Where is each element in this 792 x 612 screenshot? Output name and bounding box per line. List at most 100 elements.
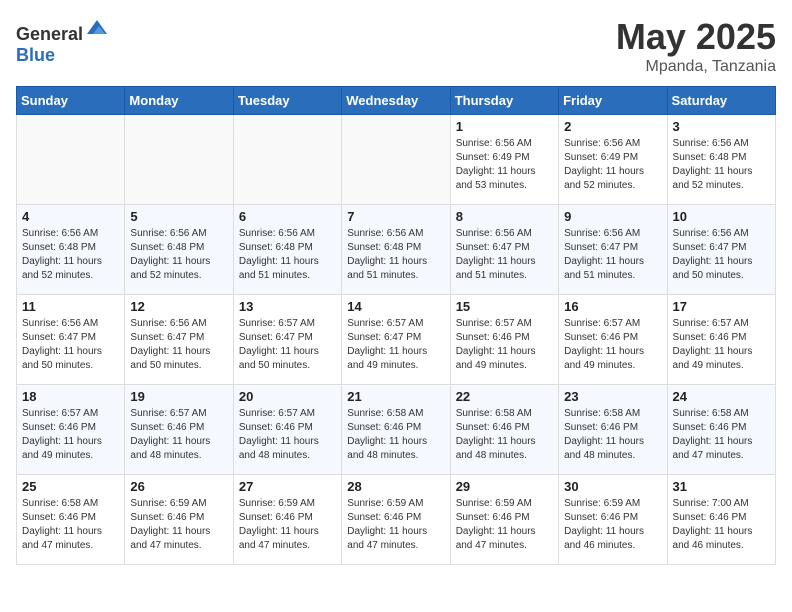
day-cell: 23 Sunrise: 6:58 AMSunset: 6:46 PMDayligh…	[559, 385, 667, 475]
day-info: Sunrise: 6:58 AMSunset: 6:46 PMDaylight:…	[456, 407, 553, 463]
day-info: Sunrise: 6:56 AMSunset: 6:47 PMDaylight:…	[564, 227, 661, 283]
day-cell: 29Sunrise: 6:59 AMSunset: 6:46 PMDayligh…	[450, 475, 558, 565]
day-cell	[125, 115, 233, 205]
header-sunday: Sunday	[17, 87, 125, 115]
day-cell: 24 Sunrise: 6:58 AMSunset: 6:46 PMDayligh…	[667, 385, 775, 475]
calendar-table: Sunday Monday Tuesday Wednesday Thursday…	[16, 86, 776, 565]
day-info: Sunrise: 6:59 AMSunset: 6:46 PMDaylight:…	[347, 497, 444, 553]
day-number: 20	[239, 389, 336, 404]
day-cell: 21 Sunrise: 6:58 AMSunset: 6:46 PMDayligh…	[342, 385, 450, 475]
day-info: Sunrise: 6:57 AMSunset: 6:46 PMDaylight:…	[564, 317, 661, 373]
day-cell: 10 Sunrise: 6:56 AMSunset: 6:47 PMDayligh…	[667, 205, 775, 295]
header-friday: Friday	[559, 87, 667, 115]
day-info: Sunrise: 6:57 AMSunset: 6:46 PMDaylight:…	[673, 317, 770, 373]
day-cell: 13 Sunrise: 6:57 AMSunset: 6:47 PMDayligh…	[233, 295, 341, 385]
day-number: 11	[22, 299, 119, 314]
logo-blue: Blue	[16, 45, 55, 65]
day-cell: 9 Sunrise: 6:56 AMSunset: 6:47 PMDaylight…	[559, 205, 667, 295]
header-wednesday: Wednesday	[342, 87, 450, 115]
day-cell: 3Sunrise: 6:56 AMSunset: 6:48 PMDaylight…	[667, 115, 775, 205]
day-info: Sunrise: 6:58 AMSunset: 6:46 PMDaylight:…	[673, 407, 770, 463]
day-number: 5	[130, 209, 227, 224]
day-info: Sunrise: 6:56 AMSunset: 6:48 PMDaylight:…	[239, 227, 336, 283]
day-headers-row: Sunday Monday Tuesday Wednesday Thursday…	[17, 87, 776, 115]
week-row-4: 18Sunrise: 6:57 AMSunset: 6:46 PMDayligh…	[17, 385, 776, 475]
day-cell: 12Sunrise: 6:56 AMSunset: 6:47 PMDayligh…	[125, 295, 233, 385]
day-info: Sunrise: 6:57 AMSunset: 6:47 PMDaylight:…	[347, 317, 444, 373]
week-row-2: 4 Sunrise: 6:56 AMSunset: 6:48 PMDaylight…	[17, 205, 776, 295]
day-info: Sunrise: 6:56 AMSunset: 6:47 PMDaylight:…	[22, 317, 119, 373]
day-number: 23	[564, 389, 661, 404]
day-cell: 6 Sunrise: 6:56 AMSunset: 6:48 PMDaylight…	[233, 205, 341, 295]
day-number: 21	[347, 389, 444, 404]
day-cell: 11 Sunrise: 6:56 AMSunset: 6:47 PMDayligh…	[17, 295, 125, 385]
day-cell: 19 Sunrise: 6:57 AMSunset: 6:46 PMDayligh…	[125, 385, 233, 475]
day-number: 2	[564, 119, 661, 134]
day-cell: 14 Sunrise: 6:57 AMSunset: 6:47 PMDayligh…	[342, 295, 450, 385]
day-cell: 4Sunrise: 6:56 AMSunset: 6:48 PMDaylight…	[17, 205, 125, 295]
day-info: Sunrise: 6:58 AMSunset: 6:46 PMDaylight:…	[564, 407, 661, 463]
day-info: Sunrise: 6:56 AMSunset: 6:49 PMDaylight:…	[564, 137, 661, 193]
day-number: 29	[456, 479, 553, 494]
day-number: 25	[22, 479, 119, 494]
day-number: 9	[564, 209, 661, 224]
day-cell: 22 Sunrise: 6:58 AMSunset: 6:46 PMDayligh…	[450, 385, 558, 475]
header-saturday: Saturday	[667, 87, 775, 115]
day-info: Sunrise: 6:56 AMSunset: 6:49 PMDaylight:…	[456, 137, 553, 193]
day-info: Sunrise: 6:59 AMSunset: 6:46 PMDaylight:…	[564, 497, 661, 553]
day-number: 10	[673, 209, 770, 224]
day-info: Sunrise: 6:56 AMSunset: 6:48 PMDaylight:…	[130, 227, 227, 283]
day-info: Sunrise: 7:00 AMSunset: 6:46 PMDaylight:…	[673, 497, 770, 553]
week-row-1: 1 Sunrise: 6:56 AMSunset: 6:49 PMDaylight…	[17, 115, 776, 205]
day-cell: 20 Sunrise: 6:57 AMSunset: 6:46 PMDayligh…	[233, 385, 341, 475]
day-number: 14	[347, 299, 444, 314]
day-number: 26	[130, 479, 227, 494]
day-info: Sunrise: 6:56 AMSunset: 6:47 PMDaylight:…	[673, 227, 770, 283]
day-number: 6	[239, 209, 336, 224]
header-thursday: Thursday	[450, 87, 558, 115]
day-number: 28	[347, 479, 444, 494]
day-number: 1	[456, 119, 553, 134]
day-cell: 18Sunrise: 6:57 AMSunset: 6:46 PMDayligh…	[17, 385, 125, 475]
day-info: Sunrise: 6:56 AMSunset: 6:48 PMDaylight:…	[347, 227, 444, 283]
day-number: 15	[456, 299, 553, 314]
logo-general: General	[16, 24, 83, 44]
day-number: 3	[673, 119, 770, 134]
day-info: Sunrise: 6:56 AMSunset: 6:47 PMDaylight:…	[456, 227, 553, 283]
day-number: 7	[347, 209, 444, 224]
day-info: Sunrise: 6:57 AMSunset: 6:46 PMDaylight:…	[456, 317, 553, 373]
day-number: 13	[239, 299, 336, 314]
day-cell: 2 Sunrise: 6:56 AMSunset: 6:49 PMDaylight…	[559, 115, 667, 205]
day-info: Sunrise: 6:57 AMSunset: 6:46 PMDaylight:…	[130, 407, 227, 463]
day-number: 31	[673, 479, 770, 494]
day-cell: 17 Sunrise: 6:57 AMSunset: 6:46 PMDayligh…	[667, 295, 775, 385]
day-number: 22	[456, 389, 553, 404]
day-cell: 27 Sunrise: 6:59 AMSunset: 6:46 PMDayligh…	[233, 475, 341, 565]
day-cell: 5 Sunrise: 6:56 AMSunset: 6:48 PMDaylight…	[125, 205, 233, 295]
day-number: 17	[673, 299, 770, 314]
day-number: 24	[673, 389, 770, 404]
day-number: 16	[564, 299, 661, 314]
day-info: Sunrise: 6:59 AMSunset: 6:46 PMDaylight:…	[130, 497, 227, 553]
day-number: 19	[130, 389, 227, 404]
day-cell: 8Sunrise: 6:56 AMSunset: 6:47 PMDaylight…	[450, 205, 558, 295]
day-info: Sunrise: 6:57 AMSunset: 6:47 PMDaylight:…	[239, 317, 336, 373]
header-tuesday: Tuesday	[233, 87, 341, 115]
logo-text: General Blue	[16, 16, 109, 66]
day-cell: 26 Sunrise: 6:59 AMSunset: 6:46 PMDayligh…	[125, 475, 233, 565]
day-cell: 1 Sunrise: 6:56 AMSunset: 6:49 PMDaylight…	[450, 115, 558, 205]
day-number: 4	[22, 209, 119, 224]
day-number: 27	[239, 479, 336, 494]
day-info: Sunrise: 6:57 AMSunset: 6:46 PMDaylight:…	[239, 407, 336, 463]
header-monday: Monday	[125, 87, 233, 115]
day-info: Sunrise: 6:58 AMSunset: 6:46 PMDaylight:…	[347, 407, 444, 463]
day-cell	[17, 115, 125, 205]
day-info: Sunrise: 6:57 AMSunset: 6:46 PMDaylight:…	[22, 407, 119, 463]
day-cell: 28 Sunrise: 6:59 AMSunset: 6:46 PMDayligh…	[342, 475, 450, 565]
day-info: Sunrise: 6:58 AMSunset: 6:46 PMDaylight:…	[22, 497, 119, 553]
logo-icon	[85, 16, 109, 40]
day-cell	[233, 115, 341, 205]
page-header: General Blue May 2025 Mpanda, Tanzania	[16, 16, 776, 76]
day-info: Sunrise: 6:59 AMSunset: 6:46 PMDaylight:…	[239, 497, 336, 553]
day-cell: 7 Sunrise: 6:56 AMSunset: 6:48 PMDaylight…	[342, 205, 450, 295]
